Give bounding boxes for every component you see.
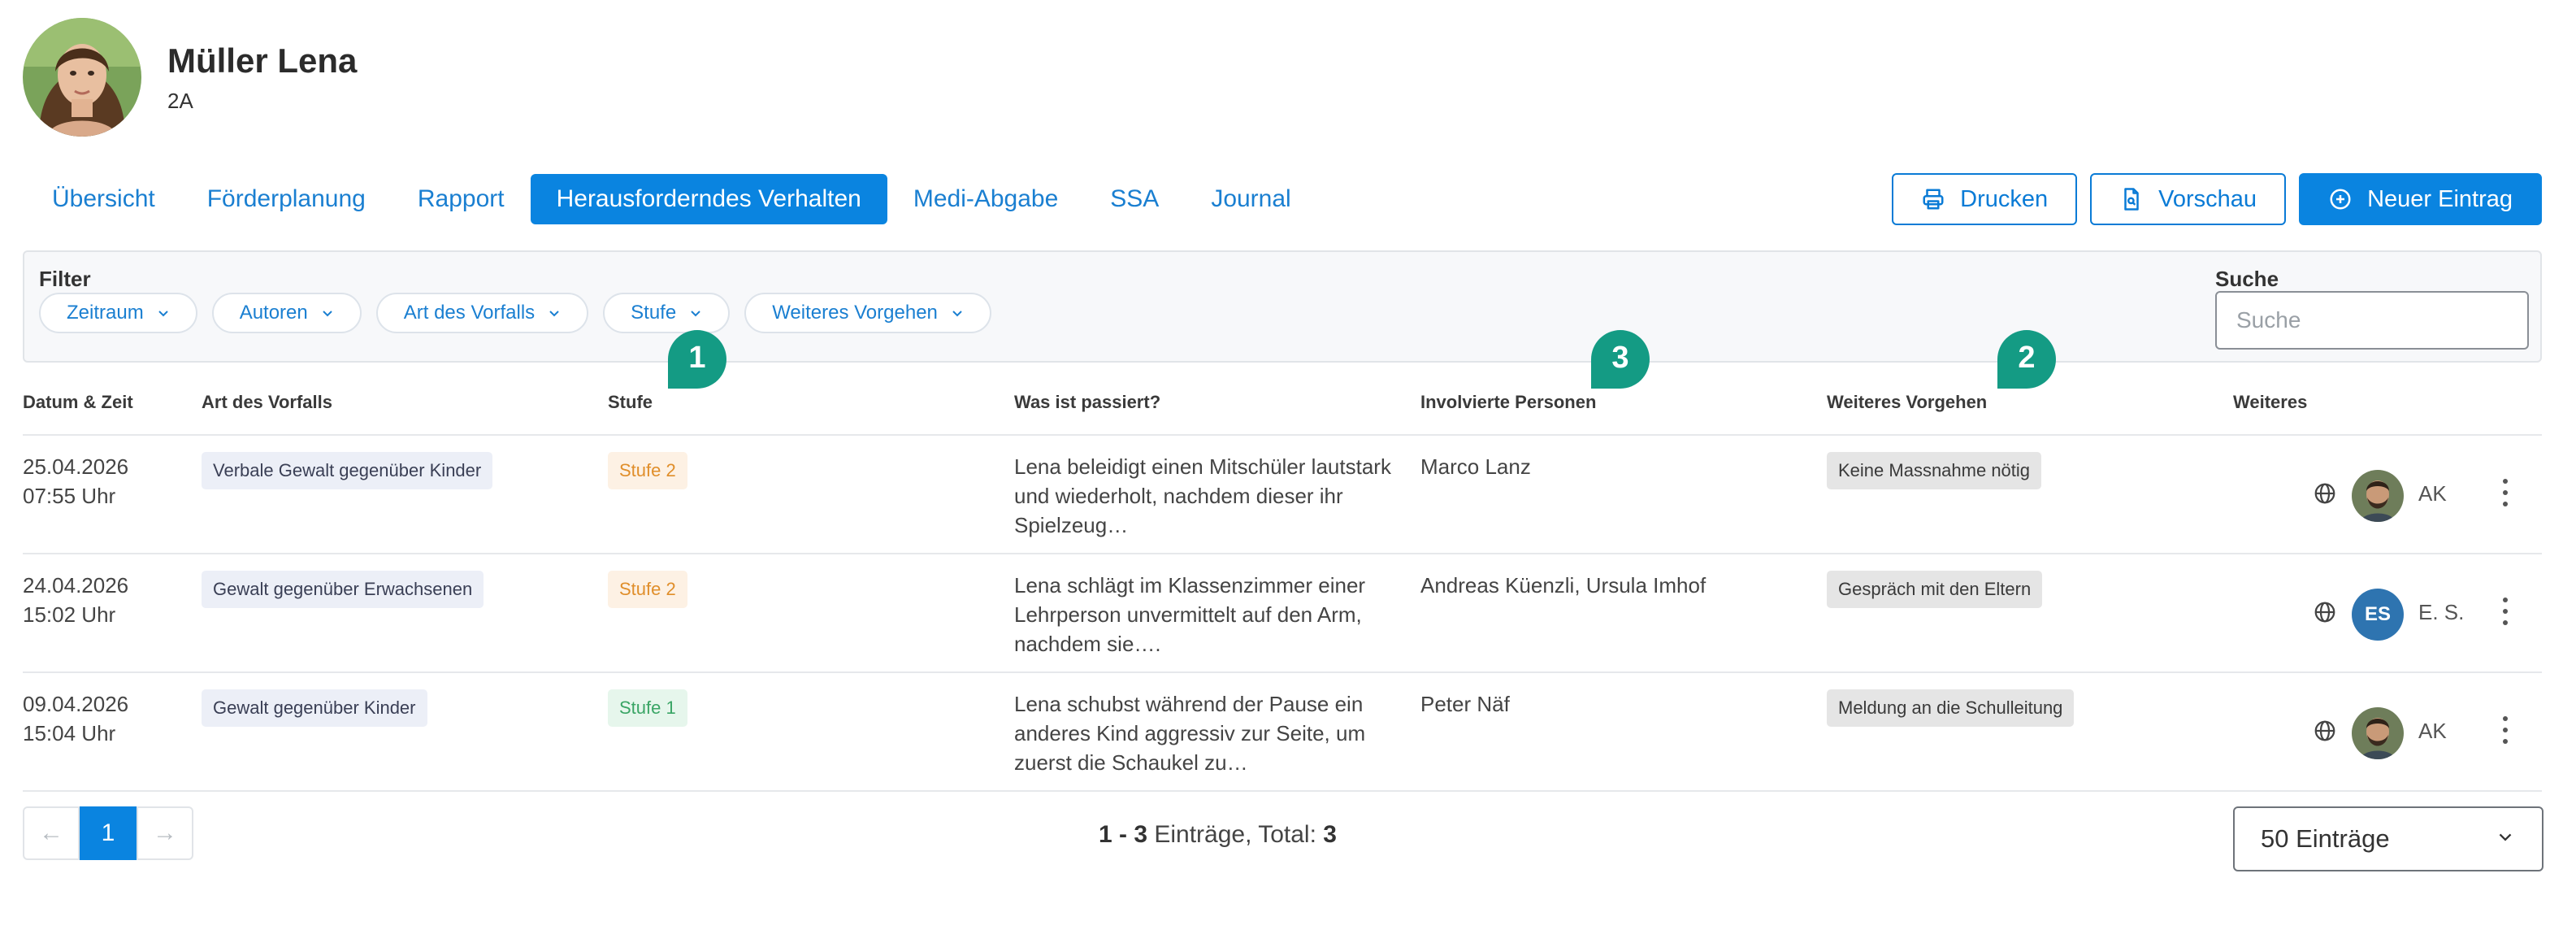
page-1-button[interactable]: 1 — [80, 806, 137, 860]
filter-chips: Zeitraum Autoren Art des Vorfalls Stufe … — [39, 293, 1006, 333]
annotation-marker-3: 3 — [1591, 330, 1650, 389]
col-header-was[interactable]: Was ist passiert? — [1014, 392, 1160, 413]
table-row[interactable]: 09.04.2026 15:04 Uhr Gewalt gegenüber Ki… — [23, 673, 2542, 792]
incident-type-tag: Gewalt gegenüber Kinder — [202, 689, 427, 727]
tab-ssa[interactable]: SSA — [1084, 174, 1185, 224]
filter-chip-stufe[interactable]: Stufe — [603, 293, 731, 333]
tab-uebersicht[interactable]: Übersicht — [26, 174, 181, 224]
annotation-marker-1: 1 — [668, 330, 726, 389]
involved-persons: Andreas Küenzli, Ursula Imhof — [1420, 573, 1706, 598]
incident-description: Lena beleidigt einen Mitschüler lautstar… — [1014, 454, 1391, 537]
incident-description: Lena schlägt im Klassenzimmer einer Lehr… — [1014, 573, 1366, 656]
new-entry-button[interactable]: Neuer Eintrag — [2299, 173, 2542, 225]
entries-summary: 1 - 3 Einträge, Total: 3 — [1099, 821, 1337, 848]
table-row[interactable]: 25.04.2026 07:55 Uhr Verbale Gewalt gege… — [23, 436, 2542, 554]
table-row[interactable]: 24.04.2026 15:02 Uhr Gewalt gegenüber Er… — [23, 554, 2542, 673]
filter-chip-zeitraum[interactable]: Zeitraum — [39, 293, 197, 333]
involved-persons: Peter Näf — [1420, 692, 1510, 716]
author-avatar — [2352, 470, 2404, 522]
preview-button[interactable]: Vorschau — [2090, 173, 2287, 225]
search-label: Suche — [2215, 267, 2279, 291]
filter-panel: Filter Zeitraum Autoren Art des Vorfalls… — [23, 250, 2542, 363]
author-avatar: ES — [2352, 589, 2404, 641]
prev-page-button[interactable]: ← — [23, 806, 80, 860]
action-buttons: Drucken Vorschau Neuer Eintrag — [1879, 173, 2542, 225]
filter-label: Filter — [39, 267, 91, 291]
chevron-down-icon — [319, 305, 336, 321]
col-header-stufe[interactable]: Stufe — [608, 392, 653, 413]
next-page-button[interactable]: → — [137, 806, 193, 860]
row-datetime: 24.04.2026 15:02 Uhr — [23, 573, 129, 627]
pagination: ← 1 → — [23, 806, 193, 860]
tab-herausforderndes-verhalten[interactable]: Herausforderndes Verhalten — [530, 174, 887, 224]
globe-icon — [2313, 719, 2337, 743]
next-steps-tag: Gespräch mit den Eltern — [1827, 571, 2043, 608]
more-options-icon[interactable] — [2501, 476, 2509, 509]
annotation-marker-2: 2 — [1997, 330, 2056, 389]
level-badge: Stufe 1 — [608, 689, 687, 727]
level-badge: Stufe 2 — [608, 571, 687, 608]
entries-per-page-select[interactable]: 50 Einträge — [2233, 806, 2543, 871]
document-search-icon — [2119, 187, 2144, 211]
student-header: Müller Lena 2A — [23, 18, 357, 137]
more-options-icon[interactable] — [2501, 595, 2509, 628]
author-name: AK — [2418, 719, 2447, 743]
col-header-personen[interactable]: Involvierte Personen — [1420, 392, 1596, 413]
preview-label: Vorschau — [2158, 185, 2257, 212]
col-header-datum[interactable]: Datum & Zeit — [23, 392, 133, 413]
more-options-icon[interactable] — [2501, 714, 2509, 746]
chevron-down-icon — [2495, 824, 2516, 854]
incident-type-tag: Gewalt gegenüber Erwachsenen — [202, 571, 484, 608]
chevron-down-icon — [155, 305, 171, 321]
filter-chip-weiteres-vorgehen[interactable]: Weiteres Vorgehen — [744, 293, 991, 333]
print-label: Drucken — [1960, 185, 2049, 212]
filter-chip-art-des-vorfalls[interactable]: Art des Vorfalls — [375, 293, 589, 333]
new-entry-label: Neuer Eintrag — [2367, 185, 2513, 212]
search-input[interactable] — [2215, 291, 2529, 350]
tab-medi-abgabe[interactable]: Medi-Abgabe — [887, 174, 1084, 224]
print-button[interactable]: Drucken — [1892, 173, 2078, 225]
tab-rapport[interactable]: Rapport — [392, 174, 531, 224]
globe-icon — [2313, 600, 2337, 624]
incident-type-tag: Verbale Gewalt gegenüber Kinder — [202, 452, 493, 489]
filter-chip-autoren[interactable]: Autoren — [211, 293, 362, 333]
next-steps-tag: Keine Massnahme nötig — [1827, 452, 2042, 489]
next-steps-tag: Meldung an die Schulleitung — [1827, 689, 2075, 727]
author-name: E. S. — [2418, 600, 2465, 624]
chevron-down-icon — [949, 305, 965, 321]
row-datetime: 09.04.2026 15:04 Uhr — [23, 692, 129, 745]
row-datetime: 25.04.2026 07:55 Uhr — [23, 454, 129, 508]
incident-description: Lena schubst während der Pause ein ander… — [1014, 692, 1366, 775]
level-badge: Stufe 2 — [608, 452, 687, 489]
tab-bar: Übersicht Förderplanung Rapport Herausfo… — [26, 174, 1317, 224]
chevron-down-icon — [546, 305, 562, 321]
globe-icon — [2313, 481, 2337, 506]
plus-circle-icon — [2328, 187, 2353, 211]
student-class: 2A — [167, 88, 193, 113]
student-avatar — [23, 18, 141, 137]
tab-journal[interactable]: Journal — [1185, 174, 1316, 224]
col-header-art[interactable]: Art des Vorfalls — [202, 392, 332, 413]
chevron-down-icon — [687, 305, 704, 321]
author-name: AK — [2418, 481, 2447, 506]
col-header-weiteres: Weiteres — [2233, 392, 2308, 412]
student-name: Müller Lena — [167, 41, 358, 80]
col-header-vorgehen[interactable]: Weiteres Vorgehen — [1827, 392, 1987, 413]
printer-icon — [1921, 187, 1945, 211]
author-avatar — [2352, 707, 2404, 759]
tab-foerderplanung[interactable]: Förderplanung — [181, 174, 392, 224]
involved-persons: Marco Lanz — [1420, 454, 1531, 479]
